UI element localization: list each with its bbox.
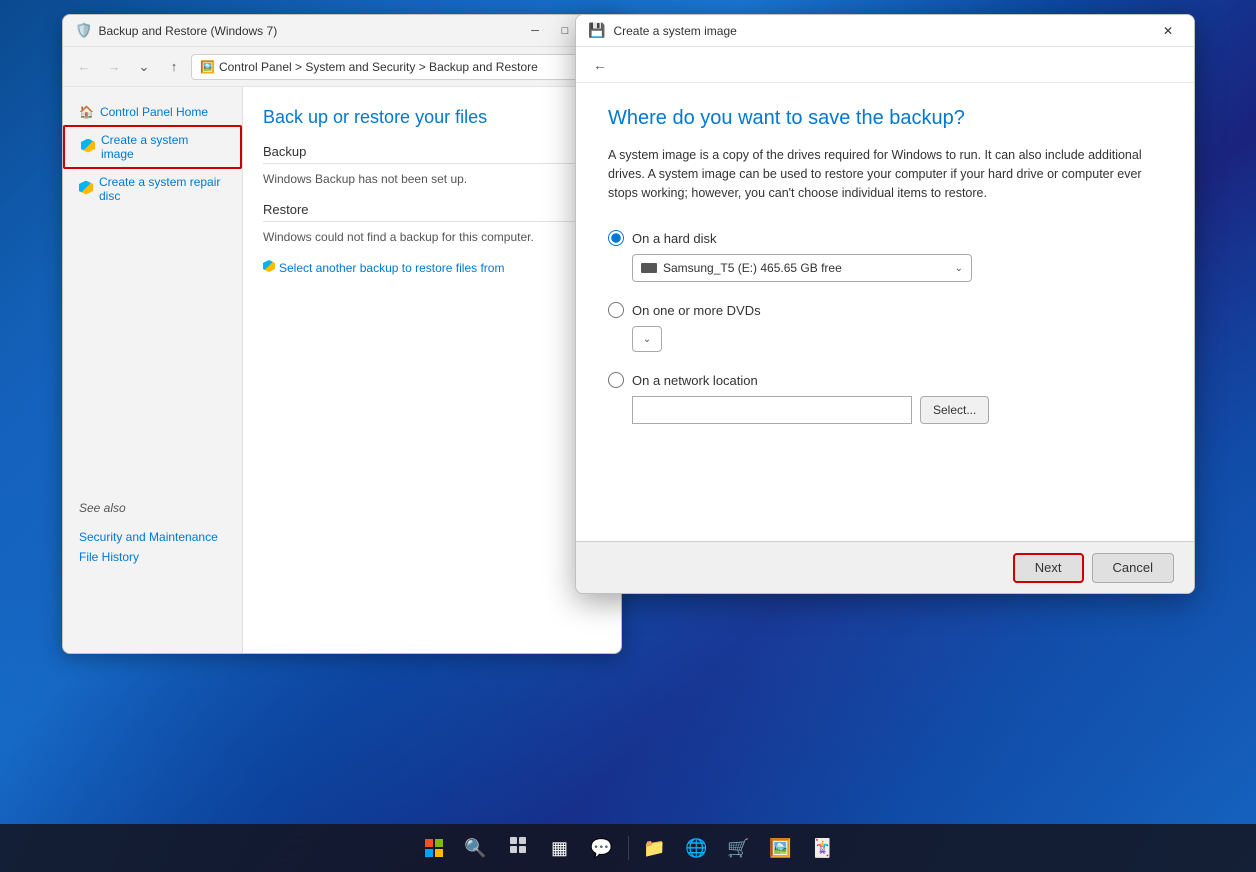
drive-dropdown-text: Samsung_T5 (E:) 465.65 GB free xyxy=(641,261,842,275)
dialog-nav: ← xyxy=(576,47,1194,83)
dialog-heading: Where do you want to save the backup? xyxy=(608,107,1162,130)
hard-disk-dropdown-row: Samsung_T5 (E:) 465.65 GB free ⌄ xyxy=(632,254,1162,282)
dialog-title-area: 💾 Create a system image xyxy=(588,22,737,39)
network-location-input[interactable] xyxy=(632,396,912,424)
network-radio-label[interactable]: On a network location xyxy=(608,372,1162,388)
hard-disk-radio-label[interactable]: On a hard disk xyxy=(608,230,1162,246)
dvd-label: On one or more DVDs xyxy=(632,303,761,318)
dialog-footer: Next Cancel xyxy=(576,541,1194,593)
create-system-image-dialog: 💾 Create a system image ✕ ← Where do you… xyxy=(575,14,1195,594)
dialog-titlebar: 💾 Create a system image ✕ xyxy=(576,15,1194,47)
dvd-radio-label[interactable]: On one or more DVDs xyxy=(608,302,1162,318)
network-label: On a network location xyxy=(632,373,758,388)
select-network-button[interactable]: Select... xyxy=(920,396,989,424)
desktop: 🛡️ Backup and Restore (Windows 7) ─ □ ✕ … xyxy=(0,0,1256,872)
hard-disk-option: On a hard disk Samsung_T5 (E:) 465.65 GB… xyxy=(608,230,1162,282)
hard-disk-radio[interactable] xyxy=(608,230,624,246)
dvd-dropdown[interactable]: ⌄ xyxy=(632,326,662,352)
drive-icon xyxy=(641,263,657,273)
dialog-app-icon: 💾 xyxy=(588,22,605,39)
dialog-back-button[interactable]: ← xyxy=(588,53,612,77)
dialog-description: A system image is a copy of the drives r… xyxy=(608,146,1162,202)
dialog-title-text: Create a system image xyxy=(613,24,736,38)
drive-dropdown-value: Samsung_T5 (E:) 465.65 GB free xyxy=(663,261,842,275)
network-radio[interactable] xyxy=(608,372,624,388)
network-option: On a network location Select... xyxy=(608,372,1162,424)
dvd-dropdown-row: ⌄ xyxy=(632,326,1162,352)
cancel-button[interactable]: Cancel xyxy=(1092,553,1174,583)
dialog-content-area: Where do you want to save the backup? A … xyxy=(576,83,1194,541)
dvd-option: On one or more DVDs ⌄ xyxy=(608,302,1162,352)
hard-disk-label: On a hard disk xyxy=(632,231,717,246)
network-input-row: Select... xyxy=(632,396,1162,424)
next-button[interactable]: Next xyxy=(1013,553,1084,583)
chevron-down-icon: ⌄ xyxy=(955,263,963,274)
dialog-overlay: 💾 Create a system image ✕ ← Where do you… xyxy=(0,0,1256,872)
dialog-close-button[interactable]: ✕ xyxy=(1154,21,1182,41)
dvd-radio[interactable] xyxy=(608,302,624,318)
drive-dropdown[interactable]: Samsung_T5 (E:) 465.65 GB free ⌄ xyxy=(632,254,972,282)
dvd-chevron-icon: ⌄ xyxy=(643,334,651,345)
